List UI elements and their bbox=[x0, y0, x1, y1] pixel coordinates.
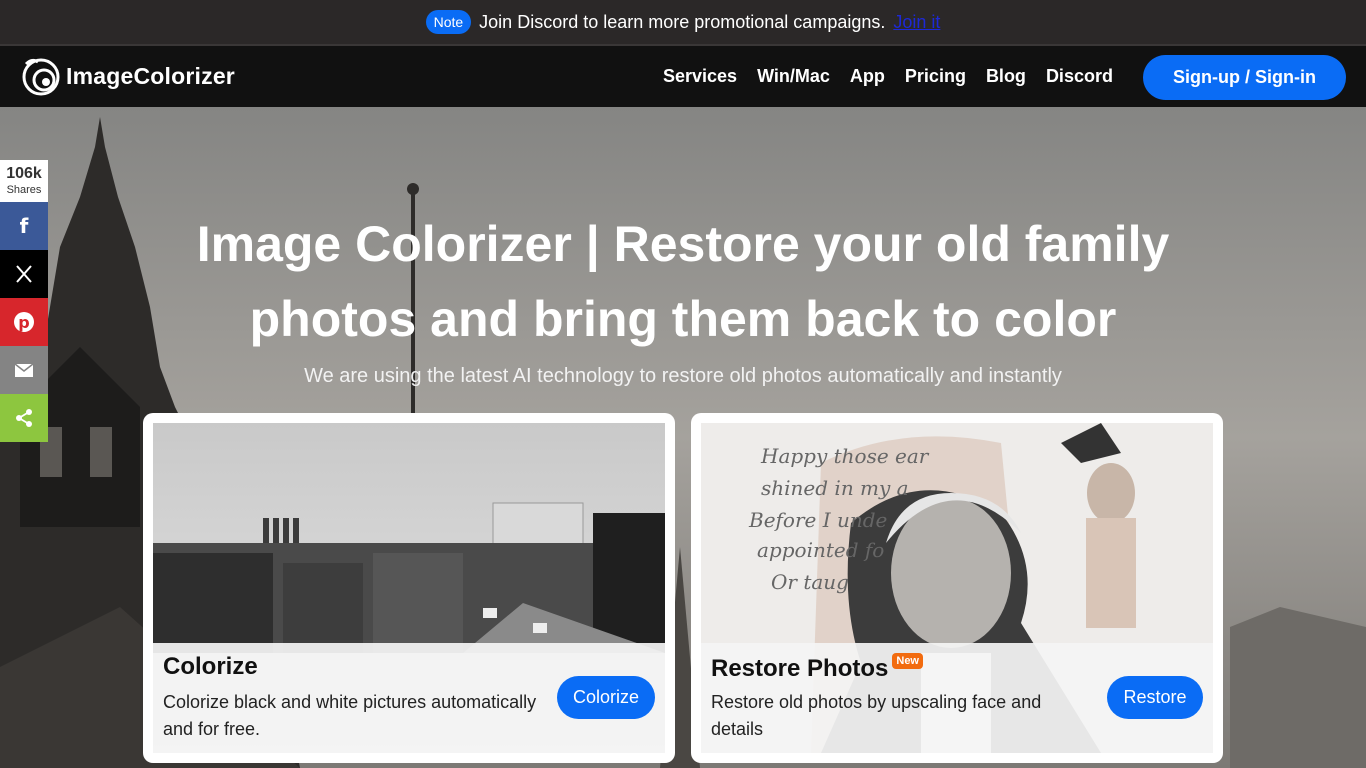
restore-button[interactable]: Restore bbox=[1107, 676, 1203, 719]
nav-discord[interactable]: Discord bbox=[1046, 66, 1113, 87]
nav-win-mac[interactable]: Win/Mac bbox=[757, 66, 830, 87]
svg-text:Before I unde: Before I unde bbox=[748, 508, 887, 532]
restore-card-description: Restore old photos by upscaling face and… bbox=[711, 692, 1042, 739]
join-discord-link[interactable]: Join it bbox=[893, 12, 940, 33]
colorize-card-title: Colorize bbox=[163, 653, 258, 680]
logo[interactable]: ImageColorizer bbox=[22, 56, 235, 96]
announcement-bar: Note Join Discord to learn more promotio… bbox=[0, 0, 1366, 46]
restore-card: Happy those ear shined in my a Before I … bbox=[691, 413, 1223, 763]
hero-title: Image Colorizer | Restore your old famil… bbox=[196, 216, 1170, 347]
pinterest-icon: p bbox=[14, 312, 34, 332]
facebook-icon: f bbox=[19, 214, 29, 238]
share-count-label: Shares bbox=[6, 184, 42, 196]
x-icon bbox=[16, 265, 32, 283]
restore-card-title: Restore Photos New bbox=[711, 653, 923, 683]
share-count-number: 106k bbox=[6, 165, 42, 182]
colorize-card-overlay: Colorize Colorize black and white pictur… bbox=[153, 643, 665, 753]
pinterest-share-button[interactable]: p bbox=[0, 298, 48, 346]
hero-subtitle: We are using the latest AI technology to… bbox=[304, 365, 1062, 387]
signin-button[interactable]: Sign-up / Sign-in bbox=[1143, 55, 1346, 100]
nav-services[interactable]: Services bbox=[663, 66, 737, 87]
restore-card-image: Happy those ear shined in my a Before I … bbox=[701, 423, 1213, 753]
svg-text:appointed fo: appointed fo bbox=[757, 538, 884, 562]
colorize-card-image: Colorize Colorize black and white pictur… bbox=[153, 423, 665, 753]
share-icon bbox=[16, 409, 32, 427]
restore-card-overlay: Restore Photos New Restore old photos by … bbox=[701, 643, 1213, 753]
site-header: ImageColorizer Services Win/Mac App Pric… bbox=[0, 46, 1366, 107]
svg-text:Or taug: Or taug bbox=[771, 570, 849, 594]
colorize-card-description: Colorize black and white pictures automa… bbox=[163, 692, 537, 739]
email-icon bbox=[14, 363, 34, 377]
svg-text:Happy those ear: Happy those ear bbox=[760, 444, 930, 468]
general-share-button[interactable] bbox=[0, 394, 48, 442]
email-share-button[interactable] bbox=[0, 346, 48, 394]
share-bar: 106k Shares f p bbox=[0, 160, 48, 442]
nav-pricing[interactable]: Pricing bbox=[905, 66, 966, 87]
nav-blog[interactable]: Blog bbox=[986, 66, 1026, 87]
main-nav: Services Win/Mac App Pricing Blog Discor… bbox=[663, 66, 1113, 87]
colorize-card: Colorize Colorize black and white pictur… bbox=[143, 413, 675, 763]
colorize-button[interactable]: Colorize bbox=[557, 676, 655, 719]
restore-card-title-text: Restore Photos bbox=[711, 655, 889, 682]
logo-text: ImageColorizer bbox=[66, 62, 235, 89]
svg-text:shined in my a: shined in my a bbox=[761, 476, 909, 500]
nav-app[interactable]: App bbox=[850, 66, 885, 87]
logo-icon bbox=[22, 58, 60, 96]
new-badge: New bbox=[892, 653, 923, 669]
svg-text:p: p bbox=[18, 313, 29, 332]
facebook-share-button[interactable]: f bbox=[0, 202, 48, 250]
x-share-button[interactable] bbox=[0, 250, 48, 298]
announcement-text: Join Discord to learn more promotional c… bbox=[479, 11, 886, 32]
note-badge: Note bbox=[425, 10, 472, 34]
share-count: 106k Shares bbox=[0, 160, 48, 202]
